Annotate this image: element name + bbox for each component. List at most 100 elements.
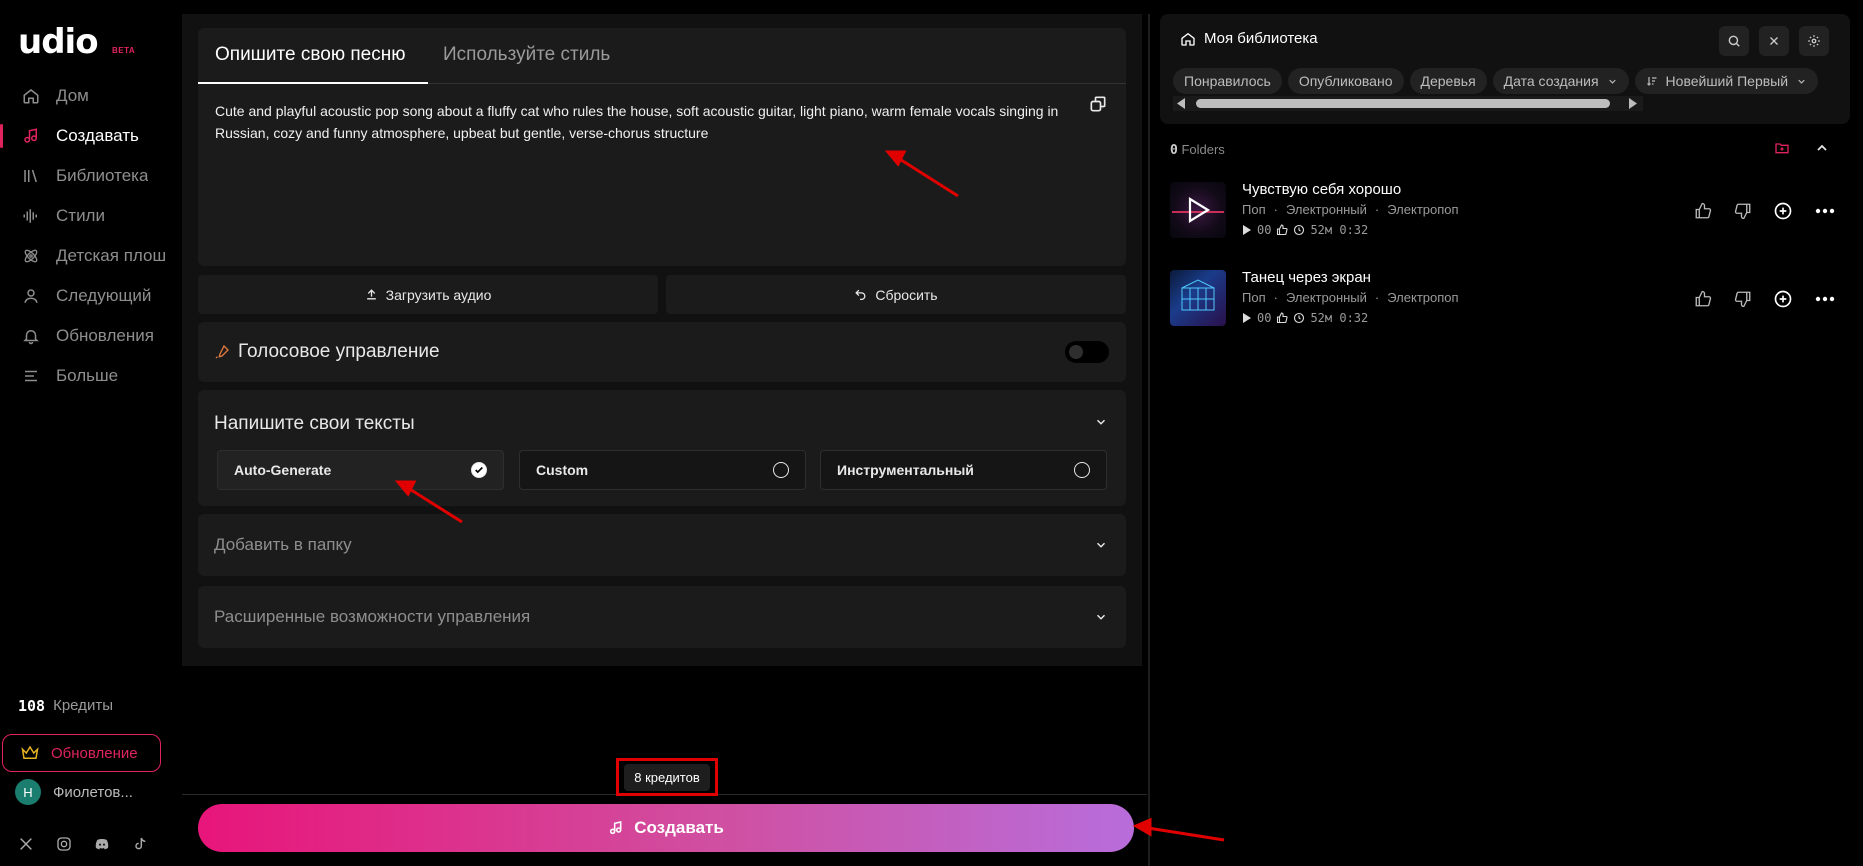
chip-label: Деревья [1420,73,1476,89]
add-circle-icon[interactable] [1772,288,1794,310]
track-2-title[interactable]: Танец через экран [1242,269,1371,286]
track-duration: 52м 0:32 [1310,223,1369,237]
panel-divider [1148,14,1150,866]
credits-label: Кредиты [53,697,113,714]
folders-label: Folders [1181,142,1225,157]
x-twitter-icon[interactable] [18,836,34,852]
sidebar-item-library[interactable]: Библиотека [0,158,180,194]
play-icon [1242,313,1252,323]
track-2-thumbnail[interactable] [1170,270,1226,326]
track-1-thumbnail[interactable] [1170,182,1226,238]
like-icon[interactable] [1692,200,1714,222]
track-2-tags: Поп · Электронный · Электропоп [1242,290,1459,305]
create-button[interactable]: Создавать [198,804,1134,852]
add-to-folder-label: Добавить в папку [214,535,352,554]
lyrics-option-custom[interactable]: Custom [519,450,806,490]
reset-button[interactable]: Сбросить [666,275,1126,314]
dislike-icon[interactable] [1732,200,1754,222]
voice-control-toggle[interactable] [1065,341,1109,363]
sidebar-item-label: Больше [56,366,119,385]
chip-label: Понравилось [1184,73,1271,89]
udio-logo[interactable]: udio [18,22,99,62]
chevron-down-icon[interactable] [1094,538,1110,554]
discord-icon[interactable] [94,836,110,852]
add-circle-icon[interactable] [1772,200,1794,222]
tag-separator: · [1273,290,1278,305]
dislike-icon[interactable] [1732,288,1754,310]
close-button[interactable] [1759,26,1789,56]
scroll-right-icon[interactable] [1628,98,1638,109]
chip-liked[interactable]: Понравилось [1173,68,1282,94]
home-icon [20,85,42,107]
sidebar-item-styles[interactable]: Стили [0,198,180,234]
credits-display: 108 Кредиты [18,697,113,715]
track-tag[interactable]: Электронный [1286,290,1367,305]
tab-divider [428,83,1126,84]
new-folder-icon[interactable] [1774,140,1790,156]
upgrade-label: Обновление [51,744,138,762]
clock-icon [1293,224,1305,236]
lyrics-section-title: Напишите свои тексты [214,413,415,434]
check-circle-icon [471,462,487,478]
waveform-icon [20,205,42,227]
chip-published[interactable]: Опубликовано [1287,68,1404,94]
lyrics-option-instrumental[interactable]: Инструментальный [820,450,1107,490]
tiktok-icon[interactable] [132,836,148,852]
more-options-icon[interactable] [1814,200,1836,222]
settings-button[interactable] [1799,26,1829,56]
tab-use-style[interactable]: Используйте стиль [443,44,610,66]
tag-separator: · [1374,202,1380,217]
credits-value: 108 [18,697,46,715]
track-tag[interactable]: Электронный [1286,202,1367,217]
prompt-input[interactable]: Cute and playful acoustic pop song about… [215,100,1065,144]
track-tag[interactable]: Поп [1242,290,1266,305]
sidebar-item-label: Стили [56,206,105,225]
scrollbar-thumb[interactable] [1196,99,1610,108]
track-1-title[interactable]: Чувствую себя хорошо [1242,181,1401,198]
sidebar-item-updates[interactable]: Обновления [0,318,180,354]
voice-control-label: Голосовое управление [238,341,440,362]
upload-audio-button[interactable]: Загрузить аудио [198,275,658,314]
menu-icon [20,365,42,387]
chevron-down-icon[interactable] [1094,610,1110,626]
more-options-icon[interactable] [1814,288,1836,310]
sort-icon [1646,75,1658,87]
chip-trees[interactable]: Деревья [1409,68,1487,94]
track-tag[interactable]: Электропоп [1387,290,1458,305]
track-tag[interactable]: Поп [1242,202,1266,217]
track-tag[interactable]: Электропоп [1387,202,1458,217]
clock-icon [1293,312,1305,324]
music-note-icon [608,820,624,836]
cost-badge-highlight: 8 кредитов [616,758,718,796]
sidebar-item-playground[interactable]: Детская плош [0,238,180,274]
music-note-icon [20,125,42,147]
sidebar-item-create[interactable]: Создавать [0,118,180,154]
atom-icon [20,245,42,267]
annotation-arrow-create [1147,826,1225,842]
search-button[interactable] [1719,26,1749,56]
chip-date-created[interactable]: Дата создания [1492,68,1629,94]
sidebar-item-label: Детская плош [56,246,167,265]
library-icon [20,165,42,187]
copy-icon[interactable] [1088,94,1110,116]
scroll-left-icon[interactable] [1176,98,1186,109]
option-label: Инструментальный [837,462,974,478]
sidebar-item-more[interactable]: Больше [0,358,180,394]
sidebar: udio BETA Дом Создавать Библиотека Стили… [0,0,180,866]
chevron-down-icon[interactable] [1094,415,1110,431]
user-name: Фиолетов... [53,783,133,801]
upgrade-button[interactable]: Обновление [2,734,161,772]
library-title[interactable]: Моя библиотека [1180,30,1318,47]
upload-icon [365,288,378,301]
thumbs-up-small-icon [1276,224,1289,236]
sidebar-item-following[interactable]: Следующий [0,278,180,314]
tab-describe-song[interactable]: Опишите свою песню [215,44,405,66]
lyrics-option-auto-generate[interactable]: Auto-Generate [217,450,504,490]
chip-sort-newest[interactable]: Новейший Первый [1634,68,1819,94]
like-icon[interactable] [1692,288,1714,310]
chevron-up-icon[interactable] [1814,140,1830,156]
sidebar-item-home[interactable]: Дом [0,78,180,114]
instagram-icon[interactable] [56,836,72,852]
user-profile[interactable]: Н Фиолетов... [15,779,133,805]
gear-icon [1807,34,1821,48]
